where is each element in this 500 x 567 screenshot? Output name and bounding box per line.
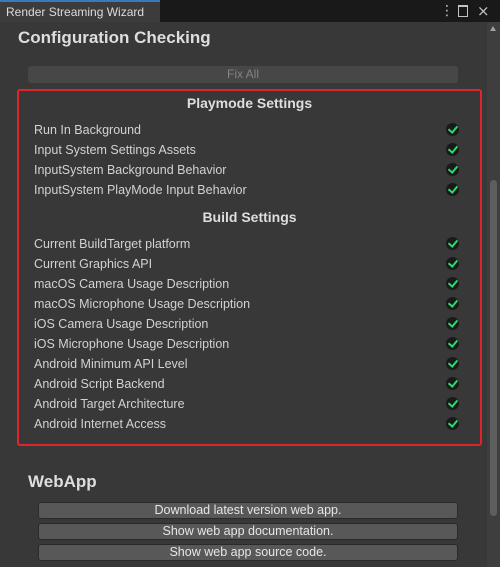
check-circle-icon	[446, 277, 459, 290]
checklist-label: Android Script Backend	[34, 377, 165, 391]
check-circle-icon	[446, 317, 459, 330]
checklist-row: Input System Settings Assets	[34, 141, 464, 159]
check-circle-icon	[446, 417, 459, 430]
scroll-up-arrow-icon[interactable]	[490, 26, 496, 31]
configuration-checking-heading: Configuration Checking	[18, 28, 211, 47]
checklist-row: Run In Background	[34, 121, 464, 139]
webapp-heading: WebApp	[28, 472, 97, 491]
checklist-label: Current BuildTarget platform	[34, 237, 191, 251]
download-web-app-button[interactable]: Download latest version web app.	[38, 502, 458, 519]
checklist-row: InputSystem Background Behavior	[34, 161, 464, 179]
settings-checklist-panel: Playmode Settings Run In Background Inpu…	[17, 89, 482, 446]
check-circle-icon	[446, 183, 459, 196]
checklist-row: Current Graphics API	[34, 255, 464, 273]
tab-render-streaming-wizard[interactable]: Render Streaming Wizard	[0, 0, 160, 22]
scrollbar-thumb[interactable]	[490, 180, 497, 516]
checklist-label: Android Minimum API Level	[34, 357, 188, 371]
checklist-row: iOS Camera Usage Description	[34, 315, 464, 333]
check-circle-icon	[446, 297, 459, 310]
close-icon[interactable]: ×	[477, 0, 490, 22]
checklist-label: Current Graphics API	[34, 257, 153, 271]
build-settings-title: Build Settings	[202, 209, 297, 225]
check-circle-icon	[446, 123, 459, 136]
show-web-app-source-button[interactable]: Show web app source code.	[38, 544, 458, 561]
checklist-row: Current BuildTarget platform	[34, 235, 464, 253]
checklist-label: iOS Camera Usage Description	[34, 317, 209, 331]
fix-all-button[interactable]: Fix All	[28, 66, 458, 83]
checklist-row: macOS Camera Usage Description	[34, 275, 464, 293]
check-circle-icon	[446, 377, 459, 390]
check-circle-icon	[446, 143, 459, 156]
vertical-scrollbar[interactable]	[487, 22, 500, 567]
checklist-row: Android Minimum API Level	[34, 355, 464, 373]
checklist-label: iOS Microphone Usage Description	[34, 337, 230, 351]
checklist-label: Android Target Architecture	[34, 397, 185, 411]
checklist-label: InputSystem PlayMode Input Behavior	[34, 183, 247, 197]
check-circle-icon	[446, 337, 459, 350]
checklist-label: macOS Camera Usage Description	[34, 277, 230, 291]
checklist-label: Input System Settings Assets	[34, 143, 196, 157]
checklist-row: macOS Microphone Usage Description	[34, 295, 464, 313]
checklist-label: Run In Background	[34, 123, 142, 137]
checklist-label: Android Internet Access	[34, 417, 167, 431]
checklist-row: InputSystem PlayMode Input Behavior	[34, 181, 464, 199]
playmode-settings-title: Playmode Settings	[186, 95, 313, 111]
checklist-row: Android Target Architecture	[34, 395, 464, 413]
show-web-app-documentation-button[interactable]: Show web app documentation.	[38, 523, 458, 540]
checklist-label: macOS Microphone Usage Description	[34, 297, 251, 311]
check-circle-icon	[446, 397, 459, 410]
checklist-row: iOS Microphone Usage Description	[34, 335, 464, 353]
tab-bar: Render Streaming Wizard ⋮ ×	[0, 0, 500, 22]
check-circle-icon	[446, 357, 459, 370]
check-circle-icon	[446, 257, 459, 270]
check-circle-icon	[446, 237, 459, 250]
checklist-row: Android Internet Access	[34, 415, 464, 433]
check-circle-icon	[446, 163, 459, 176]
checklist-row: Android Script Backend	[34, 375, 464, 393]
more-options-icon[interactable]: ⋮	[440, 0, 454, 22]
checklist-label: InputSystem Background Behavior	[34, 163, 227, 177]
